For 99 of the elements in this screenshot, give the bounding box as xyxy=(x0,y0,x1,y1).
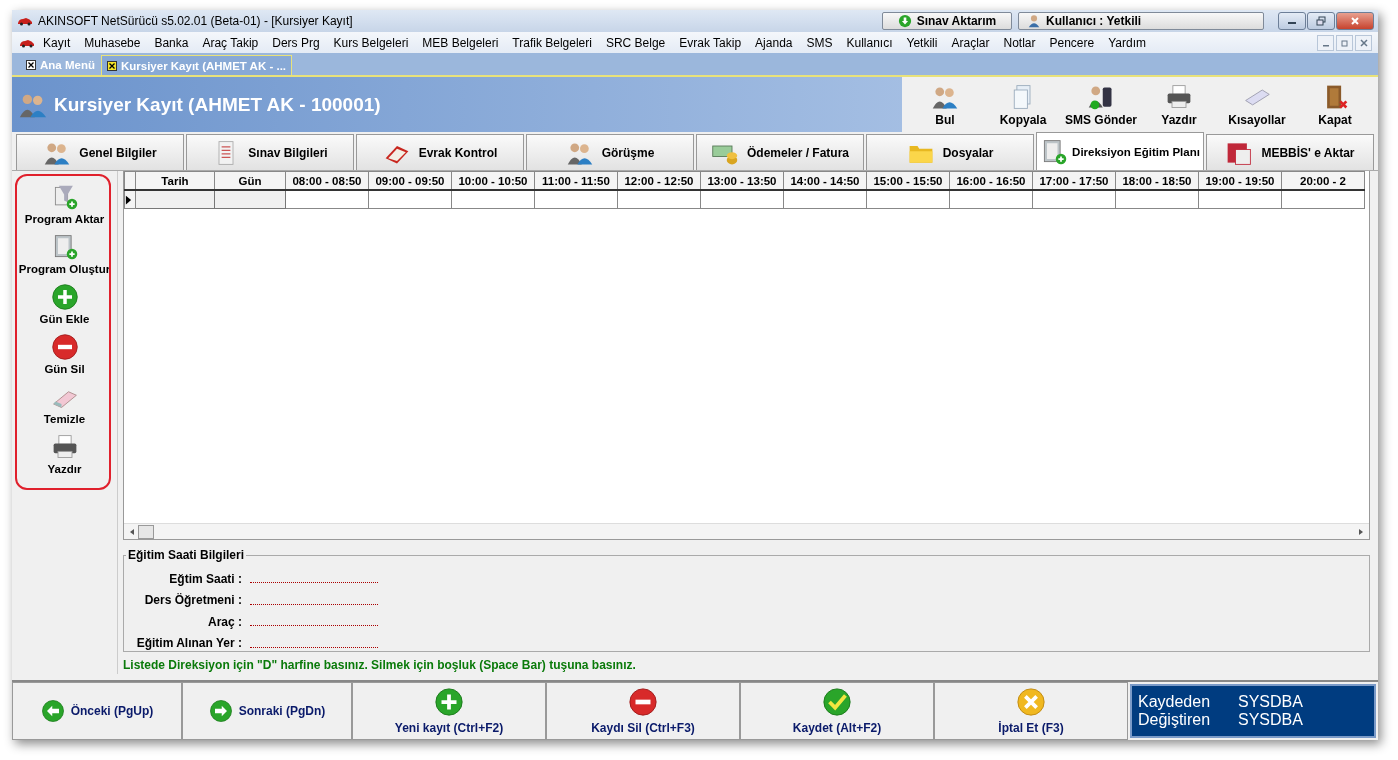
title-button[interactable]: Kullanıcı : Yetkili xyxy=(1018,12,1264,30)
group-title: Eğitim Saati Bilgileri xyxy=(127,548,246,562)
column-header: 15:00 - 15:50 xyxy=(866,171,950,190)
close-button[interactable] xyxy=(1336,12,1374,30)
audit-value: SYSDBA xyxy=(1238,711,1303,729)
tab-label: Kursiyer Kayıt (AHMET AK - ... xyxy=(120,59,287,72)
check-icon xyxy=(822,687,852,717)
menu-item[interactable]: SMS xyxy=(799,35,840,50)
menu-item[interactable]: Evrak Takip xyxy=(672,35,749,50)
right-arrow-icon[interactable] xyxy=(1357,527,1365,536)
menu-item[interactable]: Pencere xyxy=(1042,35,1102,50)
column-header: Gün xyxy=(214,171,286,190)
menu-item[interactable]: Kullanıcı xyxy=(839,35,900,50)
column-header: 18:00 - 18:50 xyxy=(1115,171,1199,190)
minimize-icon xyxy=(1322,45,1329,47)
restore-icon xyxy=(1340,38,1349,47)
audit-label: Kaydeden xyxy=(1138,693,1212,711)
sidebar-button[interactable]: Gün Sil xyxy=(12,329,117,379)
menu-item[interactable]: Ajanda xyxy=(748,35,800,50)
menu-item[interactable]: Kurs Belgeleri xyxy=(326,35,416,50)
page-title: Kursiyer Kayıt (AHMET AK - 100001) xyxy=(54,93,381,116)
tab[interactable]: Evrak Kontrol xyxy=(356,134,524,170)
action-button[interactable]: Önceki (PgUp) xyxy=(12,682,182,740)
tab[interactable]: Genel Bilgiler xyxy=(16,134,184,170)
menu-item[interactable]: Ders Prg xyxy=(265,35,327,50)
close-button[interactable] xyxy=(1355,34,1372,51)
menu-item[interactable]: Trafik Belgeleri xyxy=(505,35,599,50)
column-header: 08:00 - 08:50 xyxy=(285,171,369,190)
column-header: 20:00 - 2 xyxy=(1281,171,1365,190)
tab[interactable]: Dosyalar xyxy=(866,134,1034,170)
hint-text: Listede Direksiyon için "D" harfine basınız. Silmek için boşluk (Space Bar) tuşuna basınız. xyxy=(123,657,637,672)
audit-value: SYSDBA xyxy=(1238,693,1303,711)
menu-item[interactable]: Muhasebe xyxy=(77,35,148,50)
window-title: AKINSOFT NetSürücü s5.02.01 (Beta-01) - [Kursiyer Kayıt] xyxy=(38,14,354,28)
remove-icon xyxy=(50,333,79,361)
add-icon xyxy=(50,283,79,311)
restore-button[interactable] xyxy=(1307,12,1335,30)
left-arrow-icon[interactable] xyxy=(128,527,136,536)
toolbar-button[interactable]: Kısayollar xyxy=(1218,77,1296,132)
download-icon xyxy=(897,14,912,28)
column-header: 19:00 - 19:50 xyxy=(1198,171,1282,190)
close-icon[interactable] xyxy=(106,60,117,71)
sidebar-button[interactable]: Gün Ekle xyxy=(12,279,117,329)
column-header: 13:00 - 13:50 xyxy=(700,171,784,190)
scroll-thumb[interactable] xyxy=(138,524,154,539)
action-button[interactable]: Kaydet (Alt+F2) xyxy=(740,682,934,740)
toolbar-button[interactable]: Bul xyxy=(906,77,984,132)
close-icon[interactable] xyxy=(26,59,36,70)
menu-item[interactable]: Kayıt xyxy=(36,35,78,50)
toolbar-button[interactable]: Yazdır xyxy=(1140,77,1218,132)
action-button[interactable]: İptal Et (F3) xyxy=(934,682,1128,740)
tab[interactable]: Ödemeler / Fatura xyxy=(696,134,864,170)
horizontal-scrollbar[interactable] xyxy=(124,523,1369,539)
column-header: 16:00 - 16:50 xyxy=(949,171,1033,190)
close-icon xyxy=(1359,38,1368,47)
cancel-icon xyxy=(1016,687,1046,717)
tab[interactable]: Sınav Bilgileri xyxy=(186,134,354,170)
column-header: 09:00 - 09:50 xyxy=(368,171,452,190)
sidebar-button[interactable]: Program Aktar xyxy=(12,179,117,229)
menu-item[interactable]: Yardım xyxy=(1101,35,1153,50)
column-header: Tarih xyxy=(135,171,215,190)
close-icon xyxy=(1350,16,1360,26)
add-icon xyxy=(434,687,464,717)
title-button[interactable]: Sınav Aktarım xyxy=(882,12,1012,30)
menu-item[interactable]: MEB Belgeleri xyxy=(415,35,506,50)
sidebar-button[interactable]: Temizle xyxy=(12,379,117,429)
field-label: Eğtim Saati : xyxy=(168,571,242,586)
column-header: 10:00 - 10:50 xyxy=(451,171,535,190)
sidebar-button[interactable]: Program Oluştur xyxy=(12,229,117,279)
menu-item[interactable]: SRC Belge xyxy=(598,35,673,50)
tab[interactable]: Görüşme xyxy=(526,134,694,170)
menu-item[interactable]: Notlar xyxy=(996,35,1043,50)
field-label: Eğitim Alınan Yer : xyxy=(135,636,242,651)
tab[interactable]: Direksiyon Eğitim Planı xyxy=(1036,132,1204,170)
toolbar-button[interactable]: Kapat xyxy=(1296,77,1374,132)
restore-icon xyxy=(1316,16,1326,26)
tab[interactable]: MEBBİS' e Aktar xyxy=(1206,134,1374,170)
toolbar-button[interactable]: Kopyala xyxy=(984,77,1062,132)
sidebar-button[interactable]: Yazdır xyxy=(12,429,117,479)
field-label: Ders Öğretmeni : xyxy=(143,593,242,608)
action-button[interactable]: Kaydı Sil (Ctrl+F3) xyxy=(546,682,740,740)
column-header: 12:00 - 12:50 xyxy=(617,171,701,190)
menu-item[interactable]: Araç Takip xyxy=(195,35,266,50)
column-header: 11:00 - 11:50 xyxy=(534,171,618,190)
audit-label: Değiştiren xyxy=(1138,711,1212,729)
menu-item[interactable]: Banka xyxy=(147,35,196,50)
field-label: Araç : xyxy=(207,614,242,629)
action-button[interactable]: Yeni kayıt (Ctrl+F2) xyxy=(352,682,546,740)
column-header: 17:00 - 17:50 xyxy=(1032,171,1116,190)
action-button[interactable]: Sonraki (PgDn) xyxy=(182,682,352,740)
user-icon xyxy=(1027,14,1041,28)
toolbar-button[interactable]: SMS Gönder xyxy=(1062,77,1140,132)
tab-label: Ana Menü xyxy=(40,58,95,71)
printer-icon xyxy=(1165,82,1193,111)
column-header: 14:00 - 14:50 xyxy=(783,171,867,190)
minimize-button[interactable] xyxy=(1278,12,1306,30)
menu-item[interactable]: Araçlar xyxy=(944,35,997,50)
remove-icon xyxy=(628,687,658,717)
menu-item[interactable]: Yetkili xyxy=(899,35,945,50)
